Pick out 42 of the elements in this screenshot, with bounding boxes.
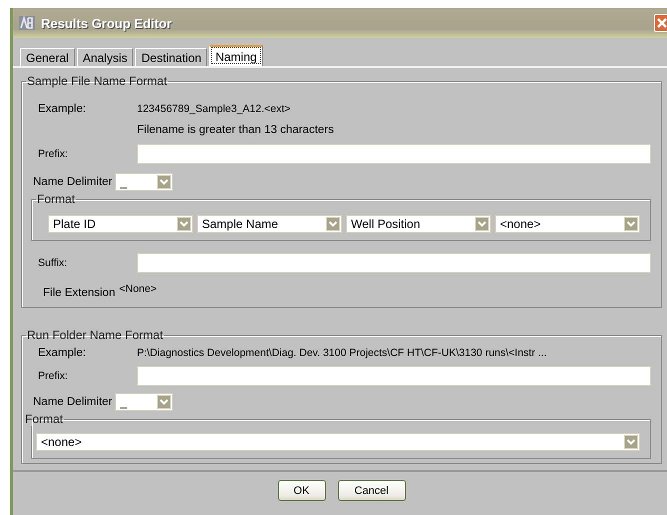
field-label: Prefix: <box>38 148 69 160</box>
group-title: Format <box>36 192 76 206</box>
example-text: 123456789_Sample3_A12.<ext> <box>137 103 291 115</box>
dropdown[interactable]: Well Position <box>346 215 491 233</box>
chevron-down-icon <box>624 217 638 231</box>
tab[interactable]: Naming <box>209 45 263 66</box>
text-field[interactable] <box>137 144 651 164</box>
close-button[interactable] <box>654 14 667 32</box>
field-label: Prefix: <box>38 370 69 382</box>
dropdown[interactable]: _ <box>115 173 174 191</box>
chevron-down-icon <box>157 395 172 409</box>
dialog-button[interactable]: Cancel <box>338 480 406 501</box>
field-label: Name Delimiter <box>33 176 112 188</box>
tab[interactable]: Destination <box>135 48 208 66</box>
chevron-down-icon <box>624 435 638 449</box>
extension-value: <None> <box>119 283 157 295</box>
example-text: P:\Diagnostics Development\Diag. Dev. 3100 Projects\CF HT\CF-UK\3130 runs\<Instr ... <box>137 347 547 359</box>
text-field[interactable] <box>137 253 651 273</box>
tab[interactable]: General <box>20 48 75 66</box>
chevron-down-icon <box>177 217 191 231</box>
field-label: Name Delimiter <box>33 396 112 408</box>
field-label: File Extension <box>43 287 116 299</box>
dropdown[interactable]: <none> <box>495 215 640 233</box>
dropdown[interactable]: Sample Name <box>197 215 342 233</box>
app-icon <box>19 15 35 31</box>
dropdown[interactable]: <none> <box>36 433 640 451</box>
field-label: Example: <box>38 103 87 115</box>
dropdown[interactable]: Plate ID <box>48 215 193 233</box>
group-title: Run Folder Name Format <box>26 328 164 342</box>
field-label: Example: <box>38 347 87 359</box>
tab[interactable]: Analysis <box>76 48 134 66</box>
chevron-down-icon <box>157 175 172 189</box>
group-title: Sample File Name Format <box>26 74 168 88</box>
text-field[interactable] <box>137 366 651 386</box>
field-label: Suffix: <box>38 257 68 269</box>
group-title: Format <box>24 412 64 426</box>
chevron-down-icon <box>326 217 340 231</box>
warning-text: Filename is greater than 13 characters <box>137 124 334 136</box>
chevron-down-icon <box>475 217 489 231</box>
dropdown[interactable]: _ <box>115 393 174 411</box>
dialog-button[interactable]: OK <box>278 480 326 501</box>
window-title: Results Group Editor <box>41 16 172 30</box>
